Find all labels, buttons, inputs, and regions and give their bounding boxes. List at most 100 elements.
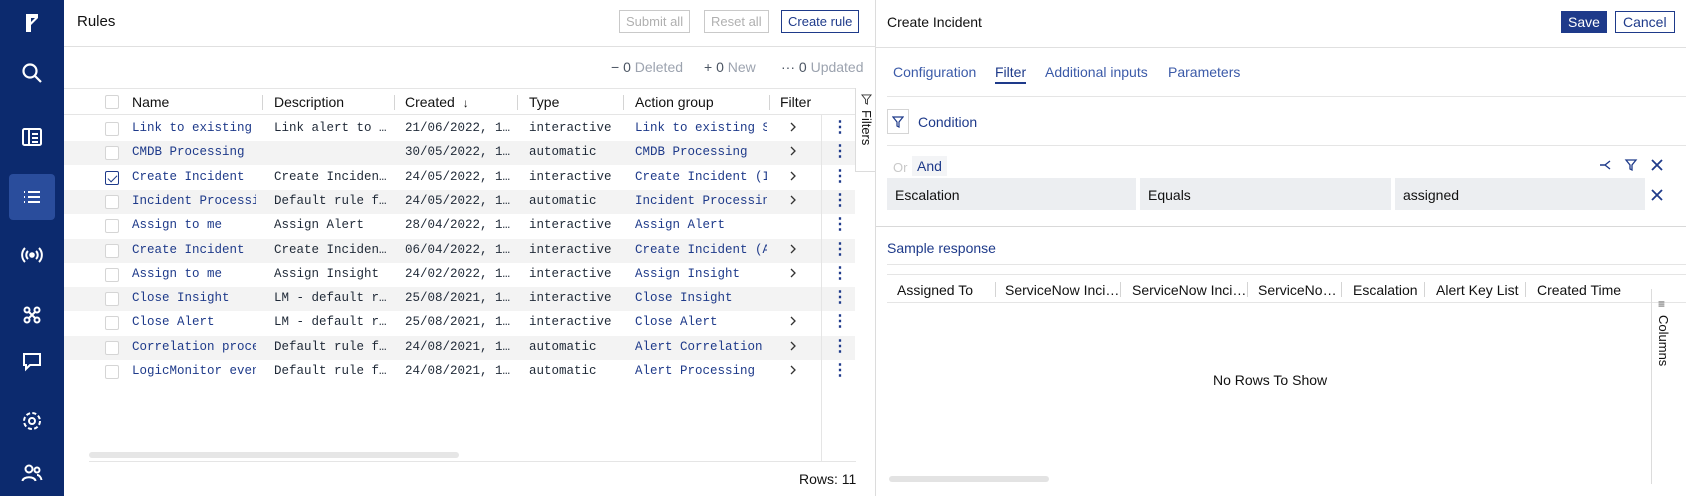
chevron-right-icon[interactable] (786, 363, 800, 377)
rule-action-group-link[interactable]: Assign Insight (635, 267, 767, 281)
row-menu-icon[interactable]: ⋮ (832, 290, 848, 306)
chevron-right-icon[interactable] (786, 266, 800, 280)
rule-name-link[interactable]: Link to existing (132, 121, 256, 135)
column-resize-handle[interactable] (262, 95, 263, 110)
sample-column-header[interactable]: Alert Key List (1436, 282, 1518, 298)
rule-action-group-link[interactable]: CMDB Processing (635, 145, 767, 159)
sample-column-header[interactable]: ServiceNow Inci… (1005, 282, 1119, 298)
row-checkbox[interactable] (105, 292, 119, 307)
rule-action-group-link[interactable]: Alert Processing (635, 364, 767, 378)
column-resize-handle[interactable] (1424, 282, 1425, 297)
rule-action-group-link[interactable]: Create Incident (Al (635, 243, 767, 257)
row-menu-icon[interactable]: ⋮ (832, 120, 848, 136)
sample-column-header[interactable]: Assigned To (897, 282, 973, 298)
rule-action-group-link[interactable]: Create Incident (In (635, 170, 767, 184)
column-name[interactable]: Name (132, 94, 169, 110)
row-checkbox[interactable] (105, 267, 119, 282)
list-icon[interactable] (9, 174, 55, 220)
column-resize-handle[interactable] (517, 95, 518, 110)
rule-action-group-link[interactable]: Assign Alert (635, 218, 767, 232)
column-filter[interactable]: Filter (780, 94, 811, 110)
chat-icon[interactable] (9, 338, 55, 384)
column-resize-handle[interactable] (995, 282, 996, 297)
row-checkbox[interactable] (105, 316, 119, 331)
filters-side-tab[interactable]: Filters (855, 88, 876, 172)
table-row[interactable]: Create Incident Create Inciden… 24/05/2022… (64, 166, 855, 190)
users-icon[interactable] (9, 450, 55, 496)
row-checkbox[interactable] (105, 243, 119, 258)
rule-name-link[interactable]: LogicMonitor even (132, 364, 256, 378)
sample-column-header[interactable]: ServiceNo… (1258, 282, 1337, 298)
row-menu-icon[interactable]: ⋮ (832, 314, 848, 330)
rule-name-link[interactable]: Close Alert (132, 315, 256, 329)
rule-action-group-link[interactable]: Close Insight (635, 291, 767, 305)
sample-response-label[interactable]: Sample response (887, 240, 996, 256)
broadcast-icon[interactable] (9, 232, 55, 278)
tab-additional-inputs[interactable]: Additional inputs (1045, 64, 1148, 80)
nodes-icon[interactable] (9, 292, 55, 338)
row-menu-icon[interactable]: ⋮ (832, 265, 848, 282)
rule-name-link[interactable]: Correlation proce (132, 340, 256, 354)
add-filter-icon[interactable] (1624, 158, 1638, 172)
rule-action-group-link[interactable]: Incident Processing (635, 194, 767, 208)
column-description[interactable]: Description (274, 94, 344, 110)
chevron-right-icon[interactable] (786, 169, 800, 183)
row-menu-icon[interactable]: ⋮ (832, 144, 848, 160)
tab-configuration[interactable]: Configuration (893, 64, 976, 80)
save-button[interactable]: Save (1561, 11, 1607, 33)
column-resize-handle[interactable] (394, 95, 395, 110)
row-menu-icon[interactable]: ⋮ (832, 338, 848, 355)
sample-column-header[interactable]: ServiceNow Inci… (1132, 282, 1246, 298)
condition-operator-select[interactable]: Equals (1140, 178, 1391, 210)
rule-name-link[interactable]: Create Incident (132, 170, 256, 184)
table-row[interactable]: Close Insight LM - default r… 25/08/2021, … (64, 287, 855, 312)
rule-action-group-link[interactable]: Alert Correlation (635, 340, 767, 354)
column-action-group[interactable]: Action group (635, 94, 714, 110)
condition-value-input[interactable]: assigned (1395, 178, 1645, 210)
chevron-right-icon[interactable] (786, 193, 800, 207)
logo-icon[interactable] (9, 0, 55, 46)
row-menu-icon[interactable]: ⋮ (832, 241, 848, 258)
close-icon[interactable] (1650, 158, 1664, 172)
column-resize-handle[interactable] (1341, 282, 1342, 297)
table-row[interactable]: Incident Processi Default rule f… 24/05/20… (64, 189, 855, 214)
gear-icon[interactable] (9, 398, 55, 444)
row-menu-icon[interactable]: ⋮ (832, 217, 848, 233)
submit-all-button[interactable]: Submit all (619, 10, 691, 33)
branch-icon[interactable] (1598, 158, 1612, 172)
reset-all-button[interactable]: Reset all (704, 10, 769, 33)
row-checkbox[interactable] (105, 122, 119, 136)
row-menu-icon[interactable]: ⋮ (832, 192, 848, 209)
row-checkbox[interactable] (105, 340, 119, 355)
tab-parameters[interactable]: Parameters (1168, 64, 1240, 80)
table-row[interactable]: Close Alert LM - default r… 25/08/2021, 1…… (64, 311, 855, 335)
chevron-right-icon[interactable] (786, 242, 800, 256)
row-checkbox[interactable] (105, 146, 119, 161)
column-resize-handle[interactable] (1120, 282, 1121, 297)
row-menu-icon[interactable]: ⋮ (832, 168, 848, 185)
columns-side-tab[interactable]: ≡ Columns (1651, 289, 1675, 484)
dashboard-icon[interactable] (9, 114, 55, 160)
column-type[interactable]: Type (529, 94, 559, 110)
table-row[interactable]: Correlation proce Default rule f… 24/08/20… (64, 335, 855, 360)
table-row[interactable]: Assign to me Assign Insight 24/02/2022, 1…… (64, 263, 855, 287)
column-created[interactable]: Created ↓ (405, 94, 469, 110)
rule-name-link[interactable]: Incident Processi (132, 194, 256, 208)
rule-name-link[interactable]: Assign to me (132, 267, 256, 281)
table-row[interactable]: Assign to me Assign Alert 28/04/2022, 1… in… (64, 214, 855, 238)
remove-condition-icon[interactable] (1650, 188, 1664, 202)
rule-action-group-link[interactable]: Close Alert (635, 315, 767, 329)
or-toggle[interactable]: Or (893, 160, 907, 175)
table-row[interactable]: CMDB Processing 30/05/2022, 1… automatic CM… (64, 141, 855, 166)
select-all-checkbox[interactable] (105, 95, 119, 109)
column-resize-handle[interactable] (623, 95, 624, 110)
sample-column-header[interactable]: Escalation (1353, 282, 1418, 298)
cancel-button[interactable]: Cancel (1615, 11, 1675, 33)
chevron-right-icon[interactable] (786, 144, 800, 158)
tab-filter[interactable]: Filter (995, 64, 1027, 84)
column-resize-handle[interactable] (1525, 282, 1526, 297)
condition-toggle-button[interactable] (887, 109, 909, 134)
and-toggle[interactable]: And (912, 156, 947, 176)
column-resize-handle[interactable] (769, 95, 770, 110)
rule-name-link[interactable]: Assign to me (132, 218, 256, 232)
